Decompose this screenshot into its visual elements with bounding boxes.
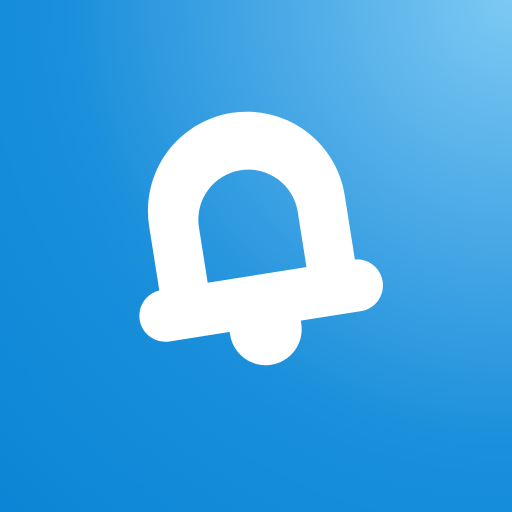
bell-icon <box>139 111 383 366</box>
app-icon[interactable] <box>0 0 512 512</box>
